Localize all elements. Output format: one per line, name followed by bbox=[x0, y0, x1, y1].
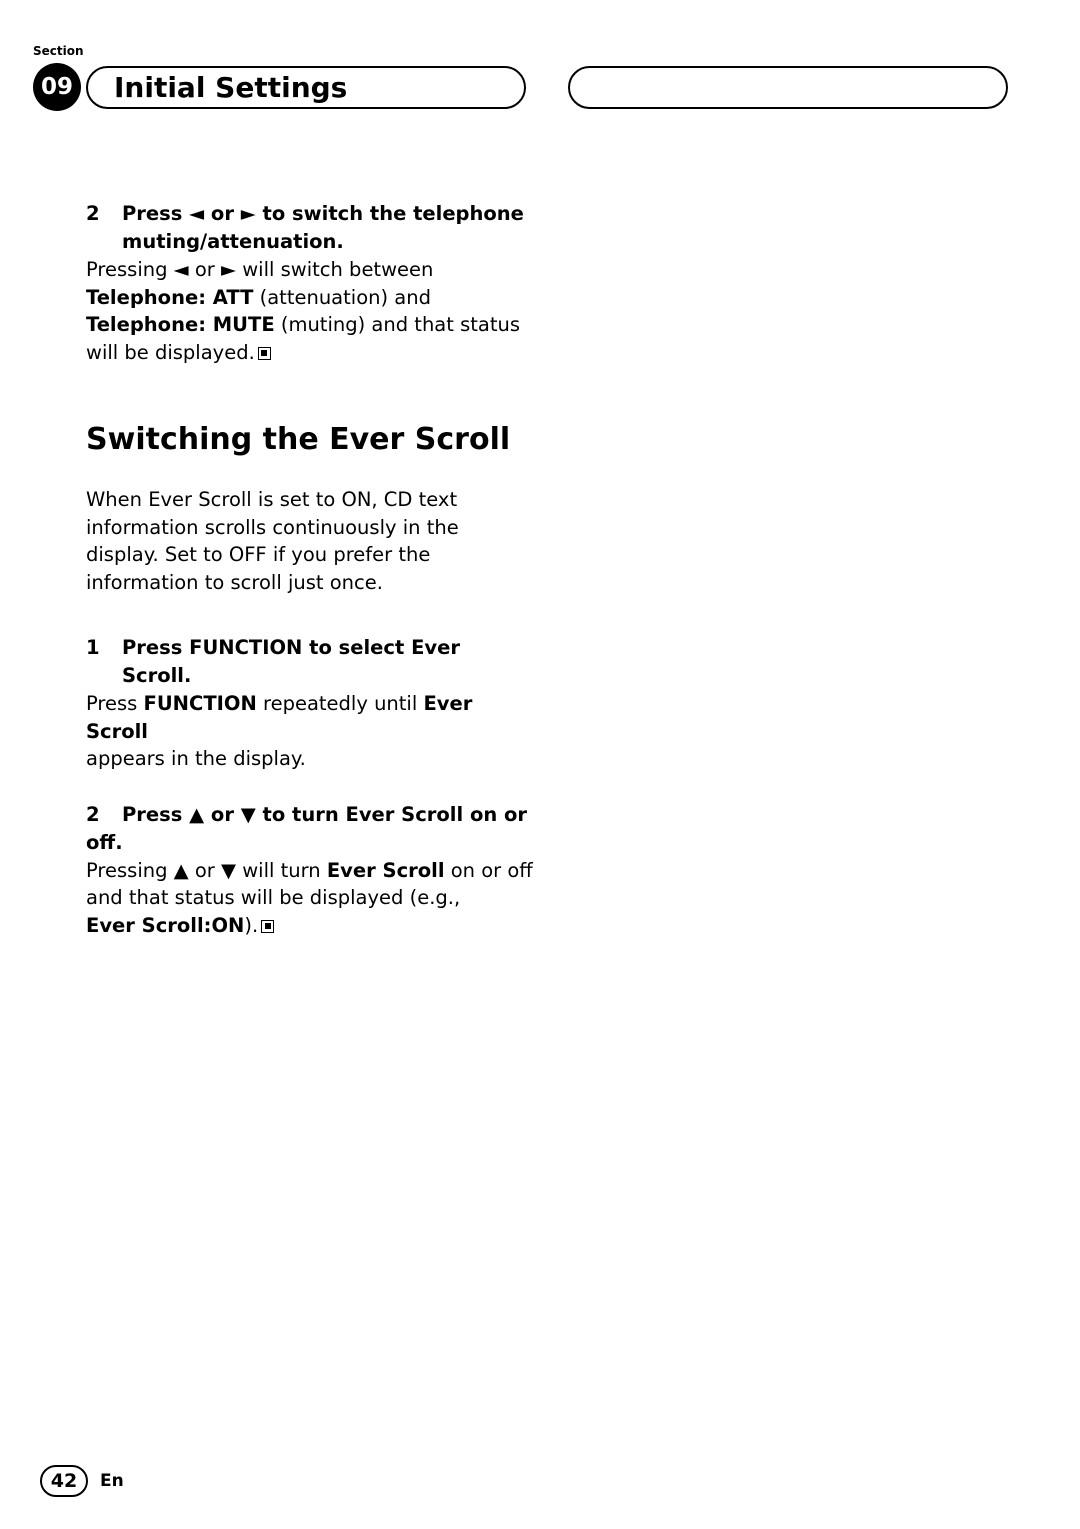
body-bold-function: FUNCTION bbox=[143, 692, 257, 715]
step-heading: 2 Press ◄ or ► to switch the telephone m… bbox=[86, 200, 536, 256]
body-bold-ever-scroll-on: Ever Scroll:ON bbox=[86, 913, 245, 937]
section-number-badge: 09 bbox=[33, 63, 81, 111]
body-line-4: will be displayed. bbox=[86, 340, 255, 364]
step-heading-line2: muting/attenuation. bbox=[122, 230, 344, 253]
step-heading: 2 Press ▲ or ▼ to turn Ever Scroll on or… bbox=[86, 801, 536, 857]
body-line-1: Press bbox=[86, 692, 144, 715]
step-number: 2 bbox=[86, 202, 100, 225]
step-body: Pressing ▲ or ▼ will turn Ever Scroll on… bbox=[86, 857, 536, 940]
step-toggle-ever-scroll: 2 Press ▲ or ▼ to turn Ever Scroll on or… bbox=[86, 801, 536, 940]
end-of-section-square-icon bbox=[261, 919, 275, 933]
body-line-4: ). bbox=[244, 913, 259, 937]
step-number: 1 bbox=[86, 636, 100, 659]
body-line-3: appears in the display. bbox=[86, 747, 306, 770]
end-of-section-square-icon bbox=[257, 346, 271, 360]
body-bold-ever-scroll: Ever Scroll bbox=[326, 858, 445, 882]
step-number: 2 bbox=[86, 802, 100, 826]
body-line-2: on or off bbox=[444, 858, 533, 882]
page-footer: 42 En bbox=[40, 1465, 124, 1497]
section-label: Section bbox=[33, 44, 84, 58]
intro-paragraph: When Ever Scroll is set to ON, CD text i… bbox=[86, 488, 459, 594]
body-line-3: (muting) and that status bbox=[274, 313, 521, 336]
step-telephone-muting: 2 Press ◄ or ► to switch the telephone m… bbox=[86, 200, 536, 366]
step-heading-line1: Press ▲ or ▼ to turn Ever Scroll on or bbox=[122, 802, 528, 826]
body-line-2: (attenuation) and bbox=[253, 285, 431, 309]
language-label: En bbox=[100, 1471, 124, 1491]
body-line-1: Pressing ◄ or ► will switch between bbox=[86, 258, 434, 281]
section-title-pill: Initial Settings bbox=[86, 66, 526, 109]
step-body: Press FUNCTION repeatedly until Ever Scr… bbox=[86, 690, 536, 773]
page-number-badge: 42 bbox=[40, 1465, 88, 1497]
step-heading-text: Press FUNCTION to select Ever Scroll. bbox=[122, 636, 460, 687]
page-header: Section 09 Initial Settings bbox=[0, 0, 1080, 140]
body-bold-att: Telephone: ATT bbox=[86, 285, 254, 309]
section-heading-ever-scroll: Switching the Ever Scroll bbox=[86, 422, 511, 457]
content-column: 2 Press ◄ or ► to switch the telephone m… bbox=[86, 200, 536, 939]
step-heading: 1 Press FUNCTION to select Ever Scroll. bbox=[86, 634, 536, 690]
step-heading-line1: Press ◄ or ► to switch the telephone bbox=[122, 202, 524, 225]
body-bold-mute: Telephone: MUTE bbox=[86, 313, 275, 336]
step-press-function: 1 Press FUNCTION to select Ever Scroll. … bbox=[86, 634, 536, 773]
step-heading-line2: off. bbox=[86, 830, 123, 854]
header-right-pill bbox=[568, 66, 1008, 109]
step-body: Pressing ◄ or ► will switch between Tele… bbox=[86, 256, 536, 366]
body-line-3: and that status will be displayed (e.g., bbox=[86, 886, 461, 909]
body-line-2: repeatedly until bbox=[256, 692, 424, 715]
page-title: Initial Settings bbox=[114, 70, 348, 104]
body-line-1: Pressing ▲ or ▼ will turn bbox=[86, 858, 327, 882]
